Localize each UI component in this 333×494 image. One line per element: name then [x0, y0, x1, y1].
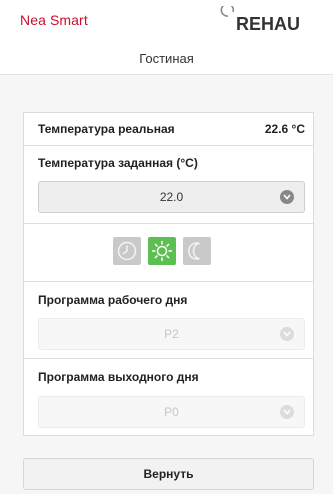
divider [24, 358, 313, 359]
room-header: Гостиная [0, 44, 333, 75]
divider [24, 223, 313, 224]
chevron-down-icon [280, 190, 294, 204]
weekend-program-value: P0 [164, 405, 179, 419]
weekend-program-label: Программа выходного дня [38, 370, 199, 384]
set-temp-value: 22.0 [159, 190, 184, 204]
reset-button[interactable]: Вернуть [23, 458, 314, 490]
logo-text: REHAU [236, 14, 300, 34]
settings-panel: Температура реальная 22.6 °C Температура… [23, 112, 314, 436]
workday-program-value: P2 [164, 327, 179, 341]
weekend-program-select[interactable]: P0 [38, 396, 305, 428]
clock-mode-button[interactable] [113, 237, 141, 265]
actual-temp-label: Температура реальная [38, 122, 175, 136]
chevron-down-icon [280, 327, 294, 341]
app-brand: Nea Smart [20, 12, 88, 28]
divider [24, 145, 313, 146]
top-bar: Nea Smart REHAU [0, 0, 333, 45]
set-temp-select[interactable]: 22.0 [38, 181, 305, 213]
room-title: Гостиная [139, 51, 194, 66]
chevron-down-icon [280, 405, 294, 419]
clock-icon [117, 241, 137, 261]
set-temp-label: Температура заданная (°C) [38, 156, 198, 170]
divider [24, 281, 313, 282]
rehau-logo: REHAU [219, 3, 319, 36]
sun-icon [152, 241, 172, 261]
actual-temp-value: 22.6 °C [264, 122, 305, 136]
sun-mode-button[interactable] [148, 237, 176, 265]
workday-program-label: Программа рабочего дня [38, 293, 188, 307]
moon-icon [187, 242, 200, 260]
moon-mode-button[interactable] [183, 237, 211, 265]
workday-program-select[interactable]: P2 [38, 318, 305, 350]
